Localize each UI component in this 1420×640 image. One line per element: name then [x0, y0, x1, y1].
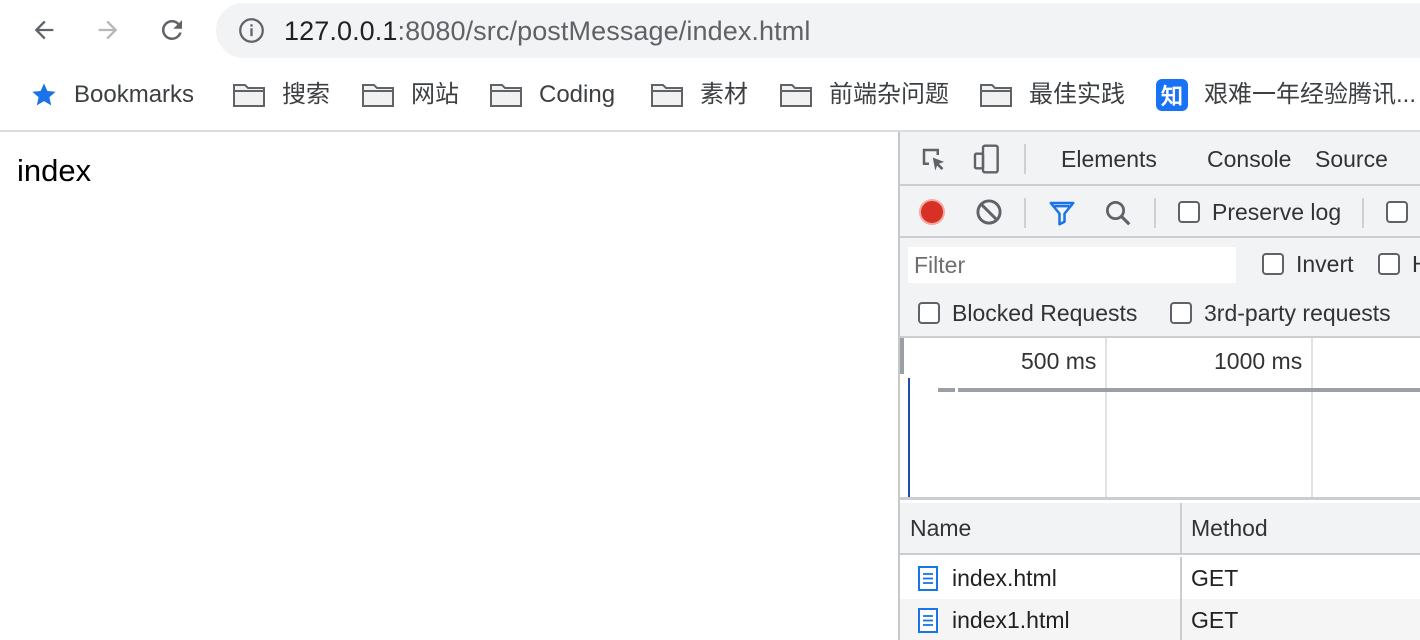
column-header-name[interactable]: Name: [910, 513, 971, 543]
arrow-right-icon: [98, 20, 118, 40]
tab-console[interactable]: Console: [1207, 144, 1291, 174]
bookmark-label: Coding: [539, 81, 616, 108]
folder-icon: [980, 84, 1012, 107]
blocked-requests-label: Blocked Requests: [952, 300, 1138, 326]
device-mobile-icon: [973, 144, 999, 174]
timeline-tick-label: 1000 ms: [1214, 348, 1303, 374]
bookmark-label: 最佳实践: [1029, 81, 1125, 108]
page-heading: index: [17, 153, 92, 188]
bookmark-folder-frontend-misc[interactable]: 前端杂问题: [779, 78, 949, 112]
bookmark-folder-assets[interactable]: 素材: [650, 78, 748, 112]
folder-icon: [233, 84, 265, 107]
bookmark-folder-search[interactable]: 搜索: [232, 78, 330, 112]
column-divider: [1180, 599, 1182, 640]
url-text[interactable]: 127.0.0.1:8080/src/postMessage/index.htm…: [284, 14, 810, 48]
filter-funnel-icon: [1049, 201, 1075, 226]
clear-icon: [976, 199, 1002, 225]
zhihu-icon: 知: [1156, 79, 1188, 111]
browser-toolbar: 127.0.0.1:8080/src/postMessage/index.htm…: [0, 0, 1420, 62]
invert-label: Invert: [1296, 251, 1354, 277]
bookmarks-bar: Bookmarks 搜索 网站 Coding 素材 前端杂问题 最佳实践 知 艰…: [0, 62, 1420, 130]
devtools-tab-bar: Elements Console Source: [900, 132, 1420, 186]
bookmark-folder-sites[interactable]: 网站: [361, 78, 459, 112]
toolbar-divider: [1024, 144, 1026, 174]
hide-data-urls-checkbox[interactable]: [1378, 253, 1400, 275]
address-bar[interactable]: 127.0.0.1:8080/src/postMessage/index.htm…: [216, 3, 1420, 58]
requests-table-header: Name Method: [900, 503, 1420, 555]
table-row[interactable]: index.html GET: [900, 557, 1420, 599]
toolbar-divider: [1154, 198, 1156, 228]
folder-icon: [780, 84, 812, 107]
search-button[interactable]: [1103, 198, 1133, 228]
forward-button[interactable]: [86, 8, 130, 52]
url-host: 127.0.0.1: [284, 16, 398, 46]
bookmark-label: 素材: [700, 81, 748, 108]
bookmark-label: Bookmarks: [74, 81, 195, 108]
column-divider: [1180, 503, 1182, 555]
star-icon: [32, 83, 56, 106]
timeline-gridline: [1311, 338, 1313, 497]
url-path: :8080/src/postMessage/index.html: [397, 16, 811, 46]
back-button[interactable]: [22, 8, 66, 52]
document-icon: [918, 566, 938, 591]
record-button[interactable]: [918, 198, 946, 226]
invert-checkbox[interactable]: [1262, 253, 1284, 275]
blocked-requests-checkbox[interactable]: [918, 302, 940, 324]
filter-toggle-button[interactable]: [1047, 198, 1077, 228]
preserve-log-checkbox[interactable]: [1178, 201, 1200, 223]
network-request-filters: Blocked Requests 3rd-party requests: [900, 292, 1420, 338]
disable-cache-checkbox[interactable]: [1386, 201, 1408, 223]
bookmark-bookmarks[interactable]: Bookmarks: [30, 78, 194, 112]
tab-elements[interactable]: Elements: [1061, 144, 1157, 174]
timeline-gridline: [1105, 338, 1107, 497]
bookmark-label: 前端杂问题: [829, 81, 949, 108]
preserve-log-label: Preserve log: [1212, 199, 1342, 225]
request-method: GET: [1191, 565, 1239, 591]
bookmark-folder-coding[interactable]: Coding: [489, 78, 615, 112]
tab-sources[interactable]: Source: [1315, 144, 1388, 174]
search-icon: [1106, 201, 1131, 226]
folder-icon: [362, 84, 394, 107]
toolbar-divider: [1024, 198, 1026, 228]
device-toolbar-button[interactable]: [970, 142, 1004, 176]
folder-icon: [490, 84, 522, 107]
table-row[interactable]: index1.html GET: [900, 599, 1420, 640]
reload-icon: [161, 19, 182, 40]
timeline-request-bar: [938, 388, 955, 392]
reload-button[interactable]: [150, 8, 194, 52]
third-party-label: 3rd-party requests: [1204, 300, 1391, 326]
inspect-cursor-icon: [922, 148, 944, 171]
clear-button[interactable]: [975, 198, 1003, 226]
filter-input[interactable]: [908, 247, 1236, 283]
inspect-element-button[interactable]: [918, 144, 950, 176]
timeline-tick-label: 500 ms: [1021, 348, 1097, 374]
network-filter-row: Invert H: [900, 238, 1420, 292]
arrow-left-icon: [34, 20, 54, 40]
column-divider: [1180, 557, 1182, 599]
timeline-left-handle[interactable]: [900, 338, 904, 374]
bookmark-zhihu-article[interactable]: 知 艰难一年经验腾讯...: [1156, 78, 1416, 112]
bookmark-label: 网站: [411, 81, 459, 108]
bookmark-folder-best-practices[interactable]: 最佳实践: [979, 78, 1125, 112]
request-method: GET: [1191, 607, 1239, 633]
third-party-checkbox[interactable]: [1170, 302, 1192, 324]
timeline-dom-content-marker: [908, 378, 910, 497]
folder-icon: [651, 84, 683, 107]
bookmark-label: 艰难一年经验腾讯...: [1204, 81, 1417, 108]
request-name: index.html: [952, 565, 1057, 591]
devtools-panel: Elements Console Source Preserve log Inv…: [898, 132, 1420, 640]
info-icon[interactable]: [238, 17, 265, 44]
hide-data-urls-label: H: [1412, 249, 1420, 279]
bookmark-label: 搜索: [282, 81, 330, 108]
document-icon: [918, 608, 938, 633]
timeline-request-bar: [958, 388, 1420, 392]
toolbar-divider: [1362, 198, 1364, 228]
request-name: index1.html: [952, 607, 1070, 633]
network-timeline-overview[interactable]: 500 ms 1000 ms: [900, 338, 1420, 500]
network-toolbar: Preserve log: [900, 186, 1420, 238]
column-header-method[interactable]: Method: [1191, 513, 1268, 543]
record-icon: [919, 199, 945, 225]
